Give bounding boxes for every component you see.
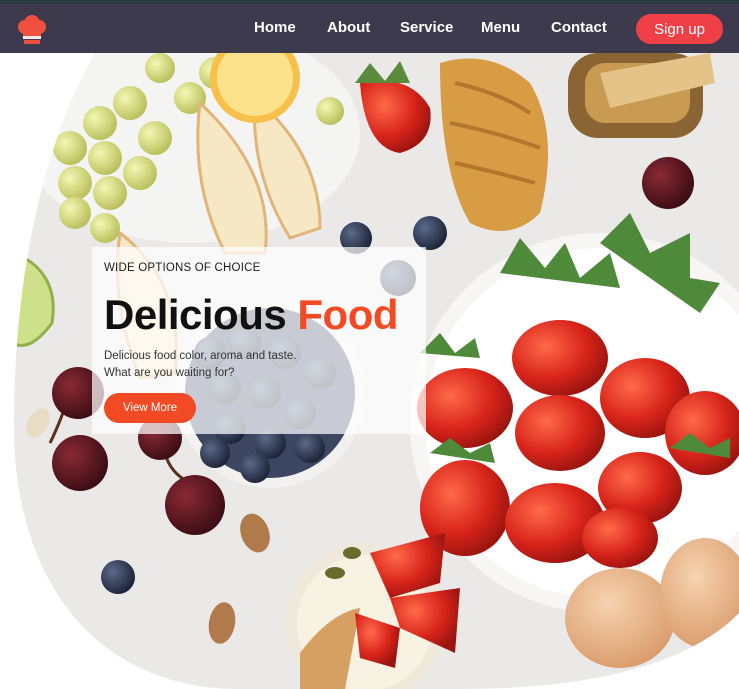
description-line-1: Delicious food color, aroma and taste. <box>104 350 297 362</box>
hero-description: Delicious food color, aroma and taste. W… <box>104 348 404 382</box>
description-line-2: What are you waiting for? <box>104 367 235 379</box>
headline-main: Delicious <box>104 291 298 338</box>
view-more-button[interactable]: View More <box>104 393 196 423</box>
navbar: Home About Service Menu Contact Sign up <box>0 4 739 53</box>
nav-contact[interactable]: Contact <box>551 19 607 36</box>
hero-section: WIDE OPTIONS OF CHOICE Delicious Food De… <box>0 53 739 689</box>
nav-about[interactable]: About <box>327 19 370 36</box>
hero-headline: Delicious Food <box>104 291 399 339</box>
hero-card: WIDE OPTIONS OF CHOICE Delicious Food De… <box>92 247 426 434</box>
nav-service[interactable]: Service <box>400 19 453 36</box>
nav-menu[interactable]: Menu <box>481 19 520 36</box>
hero-eyebrow: WIDE OPTIONS OF CHOICE <box>104 262 261 274</box>
signup-button[interactable]: Sign up <box>636 14 723 44</box>
page: Home About Service Menu Contact Sign up <box>0 0 739 689</box>
chef-hat-icon[interactable] <box>14 11 50 47</box>
nav-home[interactable]: Home <box>254 19 296 36</box>
headline-accent: Food <box>297 291 399 338</box>
